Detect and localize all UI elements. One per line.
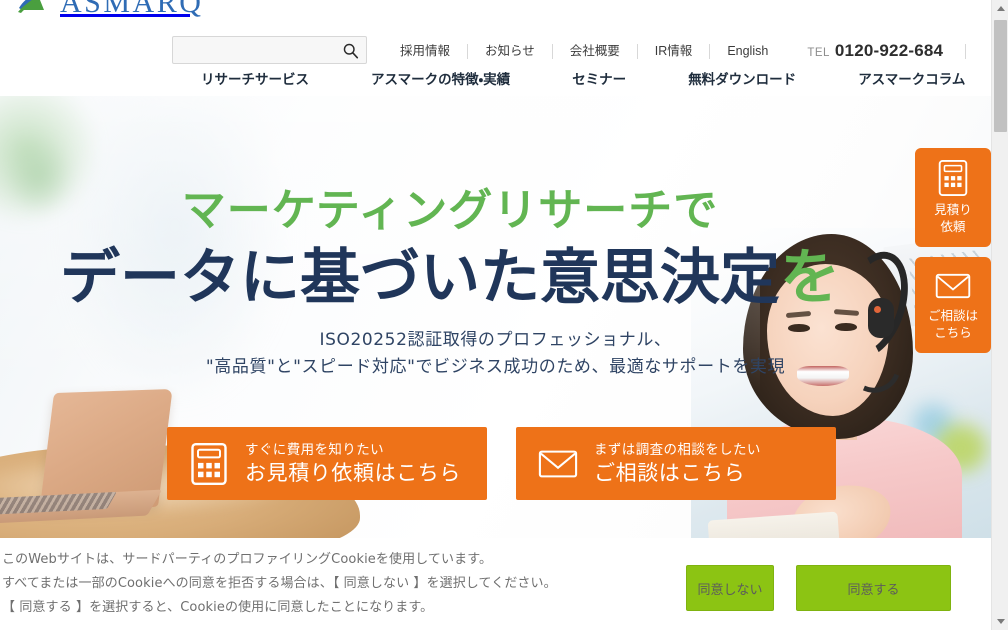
hero-subtitle-line2: "高品質"と"スピード対応"でビジネス成功のため、最適なサポートを実現: [205, 357, 786, 377]
side-tab-consultation[interactable]: ご相談は こちら: [915, 257, 991, 353]
side-tab-consult-label-2: こちら: [934, 325, 972, 340]
logo-wordmark: ASMARQ: [60, 0, 204, 19]
side-tab-consult-label-1: ご相談は: [927, 308, 978, 323]
consultation-cta-button[interactable]: まずは調査の相談をしたい ご相談はこちら: [516, 427, 836, 500]
hero-headline-line2-accent: を: [780, 243, 840, 313]
mail-icon: [935, 273, 971, 299]
cookie-banner-text: このWebサイトは、サードパーティのプロファイリングCookieを使用しています…: [2, 548, 642, 620]
vertical-scrollbar[interactable]: [991, 0, 1008, 630]
quote-cta-subtitle: すぐに費用を知りたい: [245, 441, 384, 458]
main-nav-research-service[interactable]: リサーチサービス: [170, 68, 340, 92]
site-logo[interactable]: ASMARQ: [18, 0, 203, 18]
scroll-down-arrow-icon[interactable]: [992, 613, 1008, 630]
main-nav-downloads[interactable]: 無料ダウンロード: [657, 68, 827, 92]
cookie-text-line2: すべてまたは一部のCookieへの同意を拒否する場合は、【 同意しない 】を選択…: [2, 576, 557, 591]
search-input[interactable]: [173, 37, 333, 63]
cookie-consent-banner: このWebサイトは、サードパーティのプロファイリングCookieを使用しています…: [0, 538, 991, 630]
tel-number[interactable]: 0120-922-684: [835, 41, 943, 61]
mail-icon: [538, 450, 578, 477]
util-nav-company[interactable]: 会社概要: [553, 43, 637, 59]
utility-nav: 採用情報 お知らせ 会社概要 IR情報 English TEL 0120-922…: [383, 41, 967, 61]
hero-headline-line2-dark: データに基づいた意思決定: [60, 243, 780, 313]
scrollbar-thumb[interactable]: [994, 20, 1007, 132]
cookie-text-line1: このWebサイトは、サードパーティのプロファイリングCookieを使用しています…: [2, 552, 493, 567]
cookie-banner-buttons: 同意しない 同意する: [686, 565, 951, 611]
main-nav-column[interactable]: アスマークコラム: [827, 68, 996, 92]
browser-viewport: ASMARQ 採用情報 お知らせ 会社概要 IR情報 English TEL 0…: [0, 0, 1008, 630]
consultation-cta-title: ご相談はこちら: [594, 460, 746, 485]
nav-divider: [965, 43, 967, 59]
tel-label: TEL: [807, 47, 830, 59]
quote-cta-title: お見積り依頼はこちら: [245, 460, 461, 485]
scroll-up-arrow-icon[interactable]: [992, 0, 1008, 17]
asmarq-logo-mark-icon: [18, 0, 44, 13]
consultation-cta-subtitle: まずは調査の相談をしたい: [594, 441, 761, 458]
tel-block: TEL 0120-922-684: [785, 41, 943, 61]
cookie-text-line3: 【 同意する 】を選択すると、Cookieの使用に同意したことになります。: [2, 600, 434, 615]
util-nav-english[interactable]: English: [710, 43, 785, 59]
util-nav-ir[interactable]: IR情報: [638, 43, 710, 59]
main-nav-seminar[interactable]: セミナー: [541, 68, 657, 92]
search-box[interactable]: [172, 36, 367, 64]
main-nav-features[interactable]: アスマークの特徴・実績: [340, 68, 541, 92]
main-nav: リサーチサービス アスマークの特徴・実績 セミナー 無料ダウンロード アスマーク…: [170, 68, 996, 92]
cookie-decline-button[interactable]: 同意しない: [686, 565, 774, 611]
hero-copy: マーケティングリサーチで データに基づいた意思決定を ISO20252認証取得の…: [0, 96, 991, 538]
side-tab-quote-request[interactable]: 見積り 依頼: [915, 148, 991, 247]
hero-headline-line2: データに基づいた意思決定を: [0, 229, 900, 316]
hero-section: マーケティングリサーチで データに基づいた意思決定を ISO20252認証取得の…: [0, 96, 991, 538]
floating-side-tabs: 見積り 依頼 ご相談は こちら: [915, 148, 991, 353]
util-nav-news[interactable]: お知らせ: [468, 43, 552, 59]
util-nav-recruit[interactable]: 採用情報: [383, 43, 467, 59]
hero-cta-row: すぐに費用を知りたい お見積り依頼はこちら まずは調査の相談をしたい ご相談はこ…: [167, 427, 836, 500]
search-icon[interactable]: [342, 42, 359, 59]
side-tab-quote-label-2: 依頼: [940, 219, 966, 234]
calculator-icon: [938, 159, 968, 197]
hero-subtitle-line1: ISO20252認証取得のプロフェッショナル、: [319, 330, 672, 350]
quote-request-cta-button[interactable]: すぐに費用を知りたい お見積り依頼はこちら: [167, 427, 487, 500]
site-header: ASMARQ 採用情報 お知らせ 会社概要 IR情報 English TEL 0…: [0, 0, 991, 96]
calculator-icon: [191, 442, 227, 485]
side-tab-quote-label-1: 見積り: [934, 202, 972, 217]
cookie-accept-button[interactable]: 同意する: [796, 565, 951, 611]
